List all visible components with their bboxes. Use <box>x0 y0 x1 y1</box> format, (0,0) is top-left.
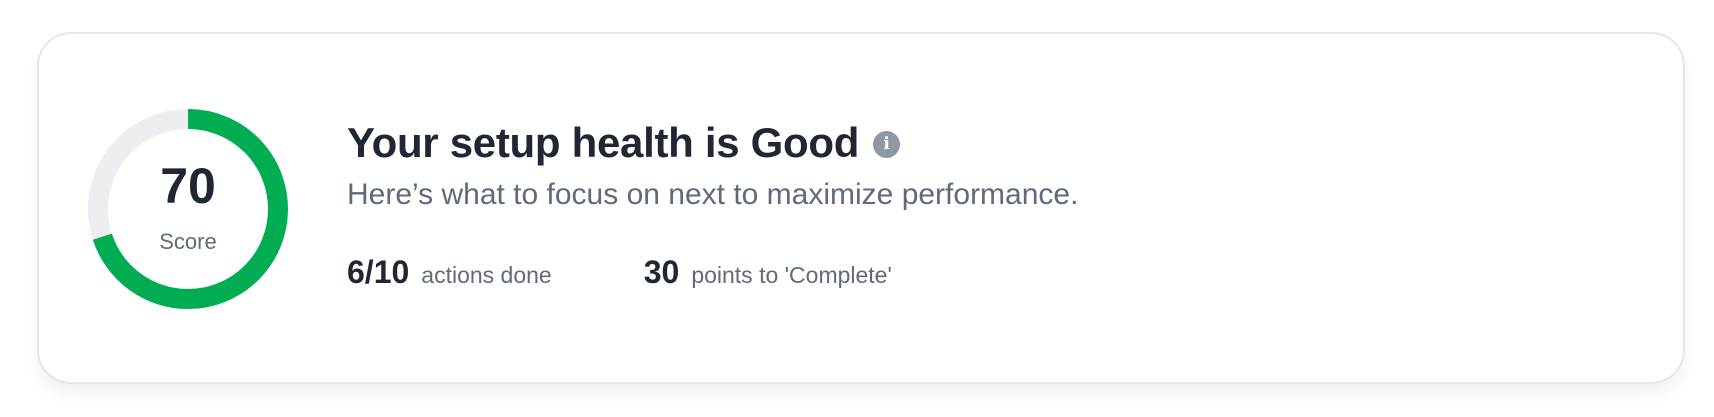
score-value: 70 <box>160 158 216 214</box>
health-stats: 6/10 actions done 30 points to 'Complete… <box>347 254 1078 291</box>
score-label: Score <box>159 229 217 254</box>
setup-health-card: 70 Score Your setup health is Good i Her… <box>37 32 1685 384</box>
stat-value: 6/10 <box>347 254 410 290</box>
title-row: Your setup health is Good i <box>347 116 1078 170</box>
stat-label: points to 'Complete' <box>691 262 892 288</box>
stat-value: 30 <box>643 254 680 290</box>
health-title: Your setup health is Good <box>347 119 860 166</box>
health-summary: Your setup health is Good i Here’s what … <box>347 116 1078 291</box>
score-gauge: 70 Score <box>88 109 288 309</box>
stat-label: actions done <box>421 262 552 288</box>
score-center: 70 Score <box>88 109 288 309</box>
stat-points-to-complete: 30 points to 'Complete' <box>644 254 892 291</box>
health-subtitle: Here’s what to focus on next to maximize… <box>347 178 1079 211</box>
info-icon[interactable]: i <box>873 130 901 158</box>
stat-actions-done: 6/10 actions done <box>347 254 552 291</box>
